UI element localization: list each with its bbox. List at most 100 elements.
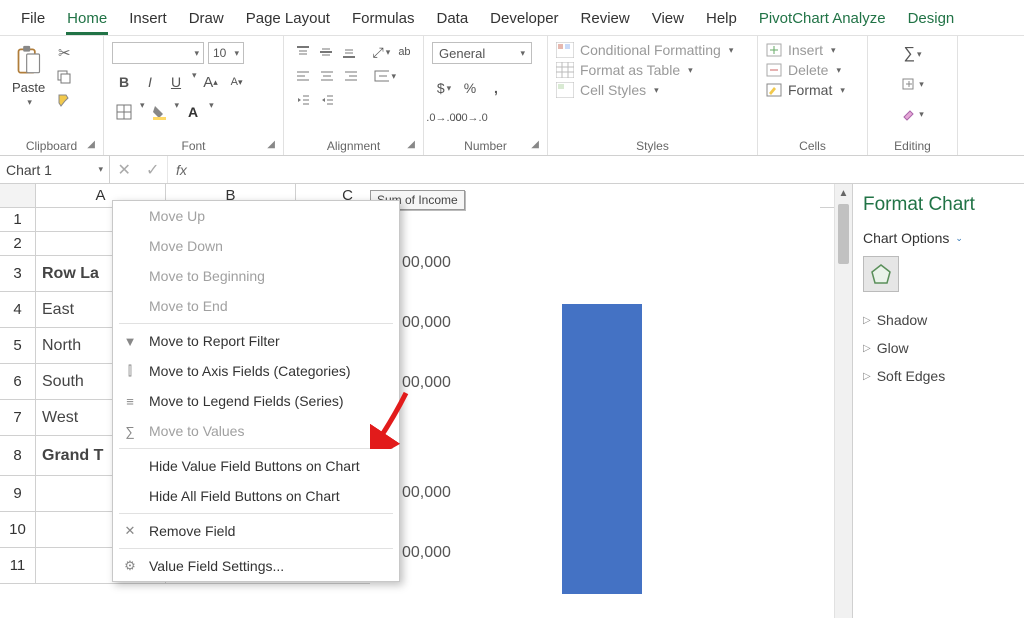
pivot-chart[interactable]: Sum of Income 00,000 00,000 00,000 00,00… <box>370 184 820 594</box>
row-header[interactable]: 2 <box>0 232 36 256</box>
worksheet[interactable]: A B C D E F G 123Row La4East5North6South… <box>0 184 834 618</box>
fx-icon[interactable]: fx <box>168 162 195 178</box>
format-cells-button[interactable]: Format▾ <box>766 82 859 98</box>
tab-data[interactable]: Data <box>425 6 479 33</box>
row-header[interactable]: 4 <box>0 292 36 328</box>
chevron-down-icon[interactable]: ▾ <box>175 100 180 124</box>
copy-icon[interactable] <box>55 68 73 86</box>
menu-item[interactable]: ⫿Move to Axis Fields (Categories) <box>113 356 399 386</box>
menu-item[interactable]: ⚙Value Field Settings... <box>113 551 399 581</box>
effects-tab-button[interactable] <box>863 256 899 292</box>
italic-button[interactable]: I <box>138 70 162 94</box>
table-icon <box>556 62 574 78</box>
format-painter-icon[interactable] <box>55 92 73 110</box>
cell-styles-icon <box>556 82 574 98</box>
menu-item-label: Remove Field <box>149 523 235 539</box>
pane-section-glow[interactable]: ▷Glow <box>863 334 1014 362</box>
scroll-thumb[interactable] <box>838 204 849 264</box>
tab-formulas[interactable]: Formulas <box>341 6 426 33</box>
row-header[interactable]: 11 <box>0 548 36 584</box>
wrap-text-button[interactable]: ab <box>394 42 415 62</box>
font-size-combo[interactable]: 10▾ <box>208 42 244 64</box>
percent-format-button[interactable]: % <box>458 76 482 100</box>
pane-section-shadow[interactable]: ▷Shadow <box>863 306 1014 334</box>
chevron-down-icon[interactable]: ▾ <box>209 100 214 124</box>
scroll-up-icon[interactable]: ▲ <box>835 184 852 202</box>
cancel-icon[interactable]: ✕ <box>118 160 131 180</box>
row-header[interactable]: 8 <box>0 436 36 476</box>
dialog-launcher-icon[interactable]: ◢ <box>407 139 415 150</box>
row-header[interactable]: 9 <box>0 476 36 512</box>
menu-item[interactable]: Hide All Field Buttons on Chart <box>113 481 399 511</box>
decrease-indent-button[interactable] <box>292 90 314 110</box>
tab-view[interactable]: View <box>641 6 695 33</box>
comma-format-button[interactable]: , <box>484 76 508 100</box>
orientation-button[interactable]: ⤢▾ <box>371 42 392 62</box>
decrease-font-button[interactable]: A▾ <box>225 70 249 94</box>
align-right-button[interactable] <box>340 66 362 86</box>
tab-pivotchart-analyze[interactable]: PivotChart Analyze <box>748 6 897 33</box>
tab-insert[interactable]: Insert <box>118 6 178 33</box>
underline-button[interactable]: U <box>164 70 188 94</box>
row-header[interactable]: 1 <box>0 208 36 232</box>
format-as-table-button[interactable]: Format as Table▾ <box>556 62 749 78</box>
select-all-corner[interactable] <box>0 184 36 207</box>
delete-cells-button[interactable]: Delete▾ <box>766 62 859 78</box>
increase-font-button[interactable]: A▴ <box>199 70 223 94</box>
enter-icon[interactable]: ✓ <box>146 160 159 180</box>
row-header[interactable]: 7 <box>0 400 36 436</box>
vertical-scrollbar[interactable]: ▲ <box>834 184 852 618</box>
expand-icon: ▷ <box>863 343 871 354</box>
tab-file[interactable]: File <box>10 6 56 33</box>
merge-center-button[interactable]: ▾ <box>374 66 396 86</box>
align-left-button[interactable] <box>292 66 314 86</box>
insert-cells-button[interactable]: Insert▾ <box>766 42 859 58</box>
align-middle-button[interactable] <box>315 42 336 62</box>
tab-home[interactable]: Home <box>56 6 118 33</box>
font-color-button[interactable]: A <box>181 100 205 124</box>
bold-button[interactable]: B <box>112 70 136 94</box>
tab-page-layout[interactable]: Page Layout <box>235 6 341 33</box>
cell-styles-button[interactable]: Cell Styles▾ <box>556 82 749 98</box>
chevron-down-icon[interactable]: ▾ <box>192 70 197 94</box>
align-center-button[interactable] <box>316 66 338 86</box>
pane-subtitle[interactable]: Chart Options⌄ <box>863 230 1014 246</box>
chevron-down-icon[interactable]: ▾ <box>140 100 145 124</box>
tab-review[interactable]: Review <box>570 6 641 33</box>
row-header[interactable]: 10 <box>0 512 36 548</box>
decrease-decimal-button[interactable]: .00→.0 <box>458 106 482 130</box>
accounting-format-button[interactable]: $▾ <box>432 76 456 100</box>
tab-design[interactable]: Design <box>897 6 966 33</box>
menu-item[interactable]: ✕Remove Field <box>113 516 399 546</box>
conditional-formatting-button[interactable]: Conditional Formatting▾ <box>556 42 749 58</box>
align-bottom-button[interactable] <box>338 42 359 62</box>
menu-item: Move Down <box>113 231 399 261</box>
borders-button[interactable] <box>112 100 136 124</box>
autosum-button[interactable]: ∑▾ <box>876 42 949 66</box>
dialog-launcher-icon[interactable]: ◢ <box>531 139 539 150</box>
fill-color-button[interactable] <box>147 100 171 124</box>
row-header[interactable]: 6 <box>0 364 36 400</box>
font-name-combo[interactable]: ▾ <box>112 42 204 64</box>
tab-help[interactable]: Help <box>695 6 748 33</box>
pane-section-soft-edges[interactable]: ▷Soft Edges <box>863 362 1014 390</box>
tab-developer[interactable]: Developer <box>479 6 569 33</box>
cut-icon[interactable]: ✂ <box>55 44 73 62</box>
chart-bar <box>562 304 642 594</box>
menu-item[interactable]: ▼Move to Report Filter <box>113 326 399 356</box>
row-header[interactable]: 3 <box>0 256 36 292</box>
y-tick-label: 00,000 <box>402 374 451 392</box>
dialog-launcher-icon[interactable]: ◢ <box>87 139 95 150</box>
increase-indent-button[interactable] <box>316 90 338 110</box>
number-format-combo[interactable]: General▾ <box>432 42 532 64</box>
tab-draw[interactable]: Draw <box>178 6 235 33</box>
name-box[interactable]: Chart 1▾ <box>0 156 110 183</box>
menu-item[interactable]: ≡Move to Legend Fields (Series) <box>113 386 399 416</box>
align-top-button[interactable] <box>292 42 313 62</box>
fill-button[interactable]: ▾ <box>876 72 949 96</box>
clear-button[interactable]: ▾ <box>876 102 949 126</box>
menu-item[interactable]: Hide Value Field Buttons on Chart <box>113 451 399 481</box>
row-header[interactable]: 5 <box>0 328 36 364</box>
paste-button[interactable]: Paste ▾ <box>8 42 49 110</box>
dialog-launcher-icon[interactable]: ◢ <box>267 139 275 150</box>
